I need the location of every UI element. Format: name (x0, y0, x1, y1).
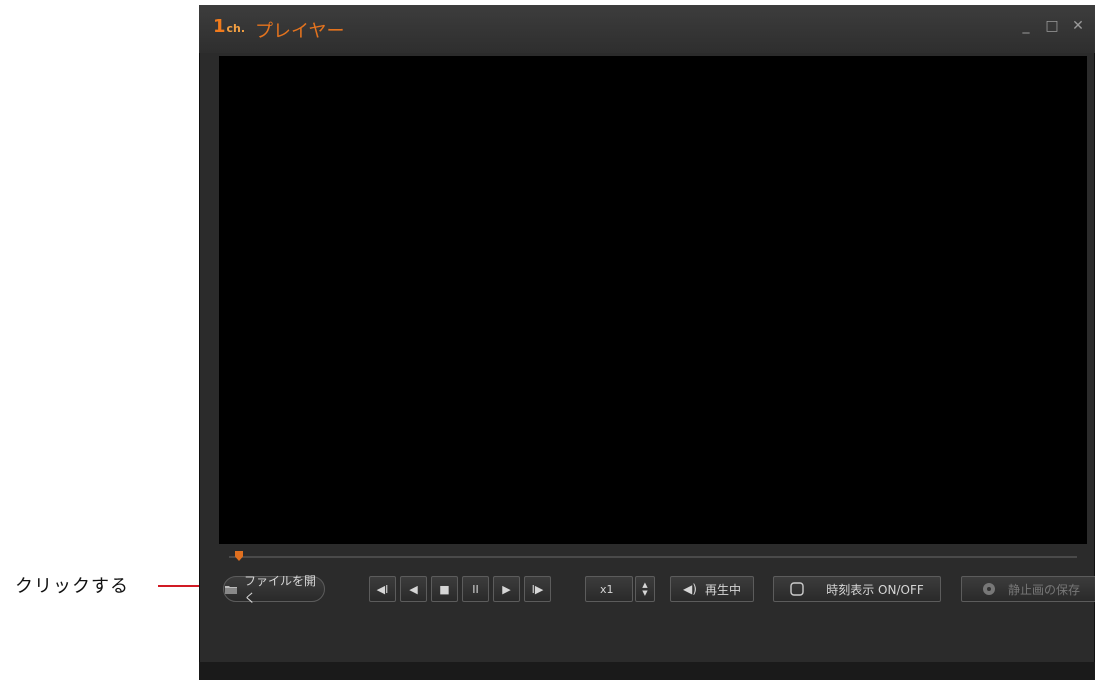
open-file-button[interactable]: ファイルを開く (223, 574, 325, 605)
rewind-button[interactable]: ◀ (400, 576, 427, 602)
step-forward-button[interactable]: I▶ (524, 576, 551, 602)
time-display-toggle[interactable]: 時刻表示 ON/OFF (773, 576, 941, 602)
title-bar[interactable]: 1ch. プレイヤー _ □ ✕ (199, 5, 1095, 53)
playing-label: 再生中 (704, 582, 741, 597)
speed-stepper[interactable]: ▲ ▼ (635, 576, 655, 602)
close-button[interactable]: ✕ (1071, 18, 1085, 34)
bottom-border (199, 662, 1095, 680)
app-logo: 1ch. (213, 16, 245, 37)
save-still-button[interactable]: 静止画の保存 (961, 576, 1095, 602)
window-controls: _ □ ✕ (1019, 18, 1085, 34)
save-still-label: 静止画の保存 (1007, 582, 1080, 597)
speed-down-icon[interactable]: ▼ (642, 589, 647, 597)
speed-up-icon[interactable]: ▲ (642, 581, 647, 589)
maximize-button[interactable]: □ (1045, 18, 1059, 34)
folder-icon (224, 582, 238, 596)
seek-bar[interactable] (229, 556, 1077, 558)
window-title: プレイヤー (255, 21, 345, 42)
volume-button[interactable]: ◀) 再生中 (670, 576, 754, 602)
step-back-button[interactable]: ◀I (369, 576, 396, 602)
player-window: 1ch. プレイヤー _ □ ✕ ファイルを開く ◀I ◀ ■ II ▶ I▶ … (199, 5, 1095, 680)
play-button[interactable]: ▶ (493, 576, 520, 602)
logo-main: 1 (213, 16, 226, 37)
clock-icon (790, 582, 804, 596)
minimize-button[interactable]: _ (1019, 18, 1033, 34)
annotation-label: クリックする (15, 576, 129, 597)
seek-thumb[interactable] (235, 551, 243, 561)
disc-icon (982, 582, 996, 596)
open-file-label: ファイルを開く (244, 574, 317, 605)
speed-display: x1 (585, 576, 633, 602)
speaker-icon: ◀) (683, 582, 697, 596)
pause-button[interactable]: II (462, 576, 489, 602)
stop-button[interactable]: ■ (431, 576, 458, 602)
logo-sub: ch. (226, 22, 246, 35)
video-display[interactable] (219, 56, 1087, 544)
time-display-label: 時刻表示 ON/OFF (826, 582, 924, 597)
